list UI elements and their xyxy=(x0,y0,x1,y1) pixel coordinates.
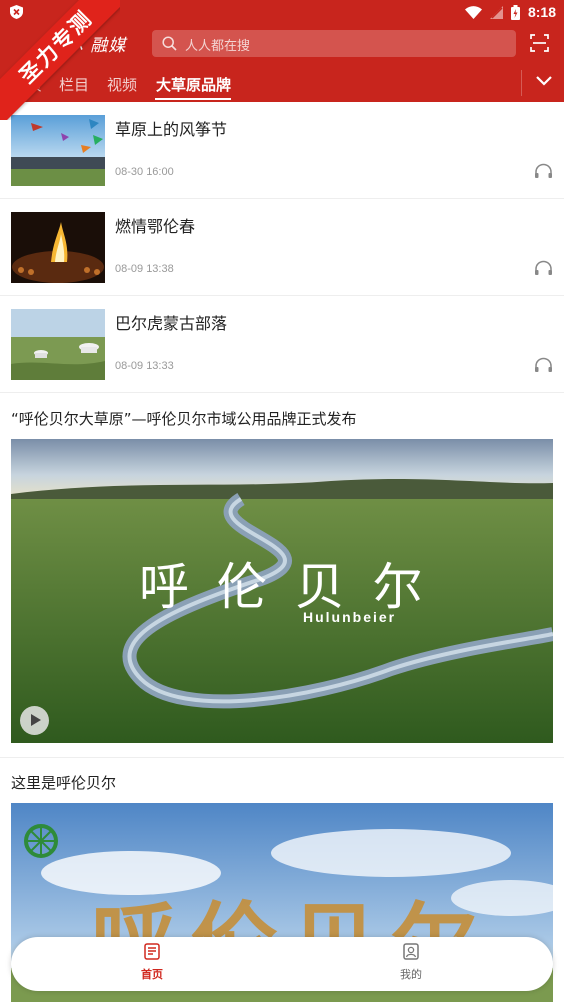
search-input[interactable]: 人人都在搜 xyxy=(152,30,516,57)
divider xyxy=(0,757,564,758)
signal-icon xyxy=(489,5,503,19)
video-cover[interactable]: 呼 伦 贝 尔 Hulunbeier xyxy=(11,439,553,743)
news-time: 08-30 16:00 xyxy=(115,166,174,178)
app-header: 8:18 …尔 融媒 人人都在搜 首页 栏目 视频 大草原品牌 xyxy=(0,0,564,102)
active-tab-indicator xyxy=(155,98,231,100)
wifi-icon xyxy=(464,5,482,19)
nav-label-profile: 我的 xyxy=(400,968,422,981)
news-thumbnail xyxy=(11,115,105,186)
tab-grassland-brand[interactable]: 大草原品牌 xyxy=(156,74,231,95)
article-title[interactable]: “呼伦贝尔大草原”—呼伦贝尔市域公用品牌正式发布 xyxy=(11,408,357,429)
nav-item-profile[interactable]: 我的 xyxy=(381,943,441,982)
home-icon xyxy=(144,943,160,960)
scan-icon[interactable] xyxy=(530,34,549,52)
news-time: 08-09 13:33 xyxy=(115,360,174,372)
search-placeholder: 人人都在搜 xyxy=(185,39,251,54)
list-item[interactable]: 巴尔虎蒙古部落 08-09 13:33 xyxy=(0,296,564,393)
nav-item-home[interactable]: 首页 xyxy=(122,943,182,982)
headphones-icon[interactable] xyxy=(534,357,553,373)
category-tabs: 首页 栏目 视频 大草原品牌 xyxy=(0,70,520,102)
news-thumbnail xyxy=(11,309,105,380)
app-logo: …尔 融媒 xyxy=(48,36,127,56)
news-time: 08-09 13:38 xyxy=(115,263,174,275)
list-item[interactable]: 燃情鄂伦春 08-09 13:38 xyxy=(0,199,564,296)
battery-icon xyxy=(510,4,520,20)
tab-home[interactable]: 首页 xyxy=(12,74,42,95)
news-title: 巴尔虎蒙古部落 xyxy=(115,314,228,333)
profile-icon xyxy=(403,943,419,960)
article-title[interactable]: 这里是呼伦贝尔 xyxy=(11,772,116,793)
headphones-icon[interactable] xyxy=(534,260,553,276)
tab-divider xyxy=(521,70,522,96)
list-item[interactable]: 草原上的风筝节 08-30 16:00 xyxy=(0,102,564,199)
news-title: 草原上的风筝节 xyxy=(115,120,228,139)
nav-label-home: 首页 xyxy=(141,968,163,981)
status-time: 8:18 xyxy=(527,4,556,20)
bottom-navigation: 首页 我的 xyxy=(11,937,553,991)
video-overlay-subtitle: Hulunbeier xyxy=(303,609,397,625)
tab-columns[interactable]: 栏目 xyxy=(59,74,89,95)
chevron-down-icon[interactable] xyxy=(536,76,552,86)
headphones-icon[interactable] xyxy=(534,163,553,179)
search-icon xyxy=(162,36,177,51)
news-title: 燃情鄂伦春 xyxy=(115,217,196,236)
tab-video[interactable]: 视频 xyxy=(107,74,137,95)
play-button[interactable] xyxy=(20,706,49,735)
status-bar: 8:18 xyxy=(0,0,564,24)
shield-icon xyxy=(10,5,23,19)
news-thumbnail xyxy=(11,212,105,283)
